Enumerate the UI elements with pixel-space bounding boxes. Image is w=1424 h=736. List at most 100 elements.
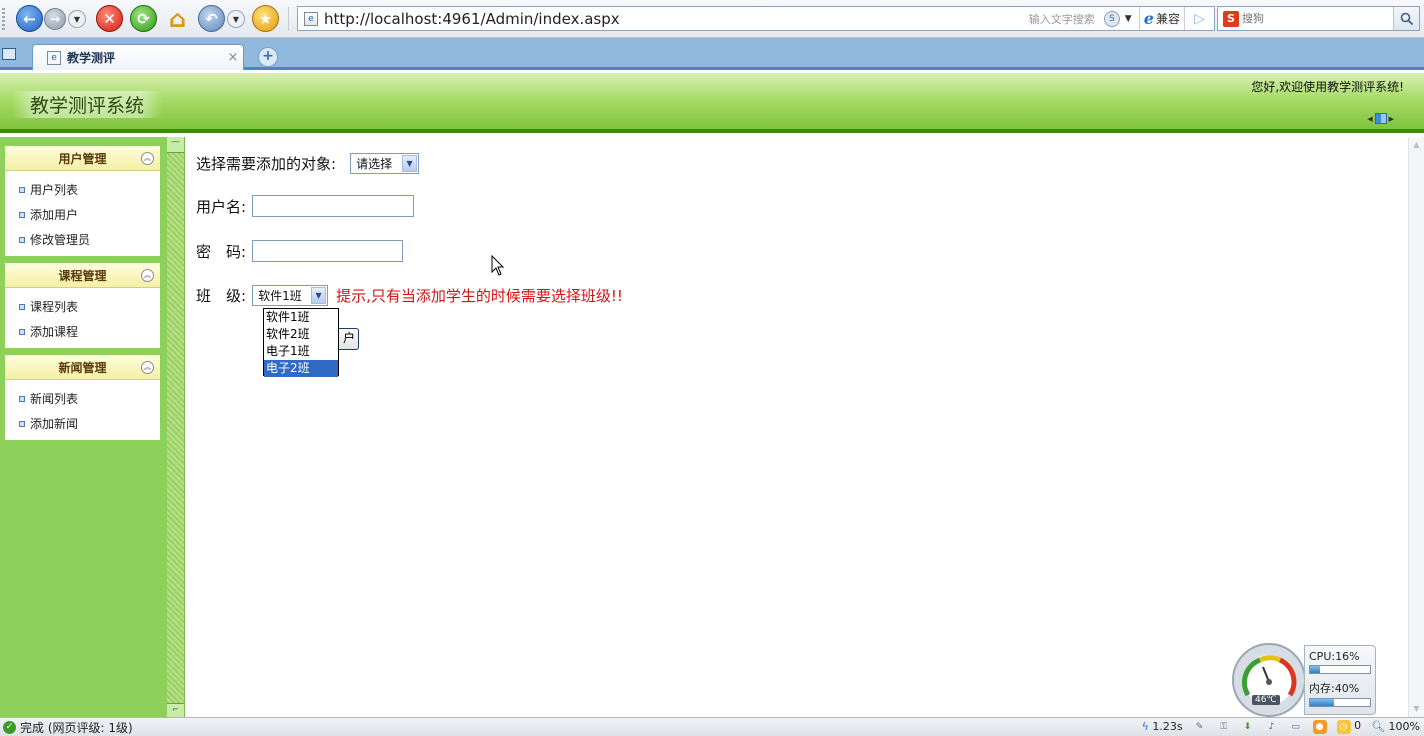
sidebar-item-add-user[interactable]: 添加用户 [5, 202, 160, 227]
object-select[interactable]: 请选择 ▼ [350, 153, 420, 174]
ie-icon: e [1143, 9, 1154, 28]
class-select-value: 软件1班 [258, 289, 302, 303]
object-label: 选择需要添加的对象: [196, 155, 337, 173]
sogou-icon[interactable]: S [1223, 10, 1239, 27]
go-button[interactable]: ▷ [1184, 7, 1214, 30]
tab-active[interactable]: e 教学测评 × [32, 44, 244, 70]
sidebar-item-user-list[interactable]: 用户列表 [5, 177, 160, 202]
forward-button[interactable]: → [44, 8, 66, 30]
sidebar-item-edit-admin[interactable]: 修改管理员 [5, 227, 160, 252]
class-option[interactable]: 软件2班 [264, 326, 338, 343]
main-content: 选择需要添加的对象: 请选择 ▼ 用户名: 密 码: 班 级: 软件1班 ▼ 提… [185, 137, 1408, 717]
collapse-icon[interactable]: ︽ [141, 269, 154, 282]
counter[interactable]: ◷ 0 [1336, 719, 1362, 734]
refresh-icon: ⟳ [137, 9, 150, 28]
password-input[interactable] [252, 240, 404, 262]
new-tab-button[interactable]: + [258, 47, 278, 67]
history-dropdown-button[interactable]: ▼ [68, 10, 86, 28]
class-label: 班 级: [196, 287, 247, 305]
edit-icon[interactable]: ✎ [1193, 720, 1207, 734]
status-bar: ✓ 完成 (网页评级: 1级) ϟ 1.23s ✎ ⚿ ⬇ ♪ ▭ ● ◷ 0 … [0, 717, 1424, 736]
collapse-sidebar-button[interactable]: — [167, 137, 184, 153]
class-dropdown-list[interactable]: 软件1班 软件2班 电子1班 电子2班 [263, 308, 339, 377]
download-icon[interactable]: ⬇ [1241, 720, 1255, 734]
chevron-down-icon: ▼ [1124, 13, 1132, 24]
address-dropdown-button[interactable]: ▼ [1125, 14, 1137, 24]
search-button[interactable] [1393, 7, 1419, 30]
check-icon: ✓ [3, 720, 16, 734]
tab-close-button[interactable]: × [223, 50, 243, 65]
username-row: 用户名: [196, 195, 415, 217]
screen-icon[interactable]: ▭ [1289, 720, 1303, 734]
refresh-button[interactable]: ⟳ [130, 5, 157, 32]
resource-panel: CPU:16% 内存:40% [1304, 645, 1376, 715]
cpu-bar [1309, 665, 1371, 674]
header-toggle[interactable]: ◀ ▶ [1367, 113, 1394, 124]
load-time[interactable]: ϟ 1.23s [1142, 720, 1183, 733]
extension-icon[interactable]: ● [1312, 719, 1327, 734]
arrow-left-icon: ← [23, 9, 36, 28]
favorites-button[interactable]: ★ [252, 5, 279, 32]
volume-icon[interactable]: ♪ [1265, 720, 1279, 734]
class-option[interactable]: 电子2班 [264, 360, 338, 377]
class-select[interactable]: 软件1班 ▼ [252, 285, 329, 306]
address-url[interactable]: http://localhost:4961/Admin/index.aspx [324, 10, 1029, 28]
back-button[interactable]: ← [16, 5, 43, 32]
username-input[interactable] [252, 195, 415, 217]
home-icon: ⌂ [168, 4, 187, 33]
shield-icon[interactable]: S [1103, 10, 1120, 27]
chevron-down-icon: ▼ [232, 14, 240, 24]
object-select-value: 请选择 [356, 157, 393, 171]
address-bar[interactable]: e http://localhost:4961/Admin/index.aspx… [297, 6, 1215, 31]
collapse-icon[interactable]: ︽ [141, 361, 154, 374]
menu-group-header[interactable]: 用户管理 ︽ [5, 146, 160, 171]
bullet-icon [19, 236, 25, 243]
chevron-down-icon[interactable]: ▼ [311, 287, 327, 304]
stop-button[interactable]: ✕ [96, 5, 123, 32]
sidebar-item-label: 添加新闻 [30, 417, 79, 431]
compat-mode-label: 兼容 [1155, 12, 1180, 26]
chevron-down-icon[interactable]: ▼ [402, 155, 418, 172]
welcome-message: 您好,欢迎使用教学测评系统! [1251, 80, 1404, 94]
home-button[interactable]: ⌂ [164, 4, 191, 33]
zoom-control[interactable]: 🔍︎ 100% [1371, 720, 1420, 733]
clock-icon: ◷ [1336, 720, 1351, 734]
scroll-down-button[interactable]: ▼ [1409, 701, 1424, 717]
system-monitor-widget[interactable]: 46℃ CPU:16% 内存:40% [1232, 643, 1378, 717]
class-option[interactable]: 软件1班 [264, 309, 338, 326]
password-label: 密 码: [196, 242, 247, 261]
compat-mode-button[interactable]: e 兼容 [1138, 7, 1184, 30]
memory-bar [1309, 698, 1371, 707]
counter-value: 0 [1354, 719, 1362, 732]
bullet-icon [19, 211, 25, 218]
sidebar-item-add-news[interactable]: 添加新闻 [5, 411, 160, 436]
scroll-up-button[interactable]: ▲ [1409, 137, 1424, 153]
vertical-scrollbar[interactable]: ▲ ▼ [1408, 137, 1424, 717]
restore-button[interactable]: ↶ [198, 5, 225, 32]
bullet-icon [19, 395, 25, 402]
bullet-icon [19, 186, 25, 193]
class-option[interactable]: 电子1班 [264, 343, 338, 360]
arrow-right-icon: → [49, 12, 61, 26]
restore-dropdown-button[interactable]: ▼ [227, 10, 245, 28]
sidebar-splitter[interactable]: — ⌐ [167, 137, 185, 717]
menu-group-header[interactable]: 新闻管理 ︽ [5, 355, 160, 380]
sidebar-item-label: 新闻列表 [30, 392, 79, 406]
splitter-handle[interactable]: ⌐ [167, 703, 184, 717]
undo-icon: ↶ [205, 9, 218, 28]
memory-bar-fill [1310, 699, 1334, 706]
lock-icon[interactable]: ⚿ [1217, 720, 1231, 734]
sidebar-item-add-course[interactable]: 添加课程 [5, 319, 160, 344]
search-input[interactable] [1242, 12, 1393, 25]
menu-group-header[interactable]: 课程管理 ︽ [5, 263, 160, 288]
menu-group-news: 新闻管理 ︽ 新闻列表 添加新闻 [5, 355, 160, 440]
sidebar-item-course-list[interactable]: 课程列表 [5, 294, 160, 319]
tab-list-icon[interactable] [2, 48, 16, 60]
sidebar-item-news-list[interactable]: 新闻列表 [5, 386, 160, 411]
collapse-icon[interactable]: ︽ [141, 152, 154, 165]
bullet-icon [19, 303, 25, 310]
search-box[interactable]: S [1217, 6, 1420, 31]
sidebar-item-label: 修改管理员 [30, 233, 91, 247]
status-text: 完成 (网页评级: 1级) [20, 720, 133, 735]
page-header: 教学测评系统 您好,欢迎使用教学测评系统! ◀ ▶ [0, 73, 1424, 133]
